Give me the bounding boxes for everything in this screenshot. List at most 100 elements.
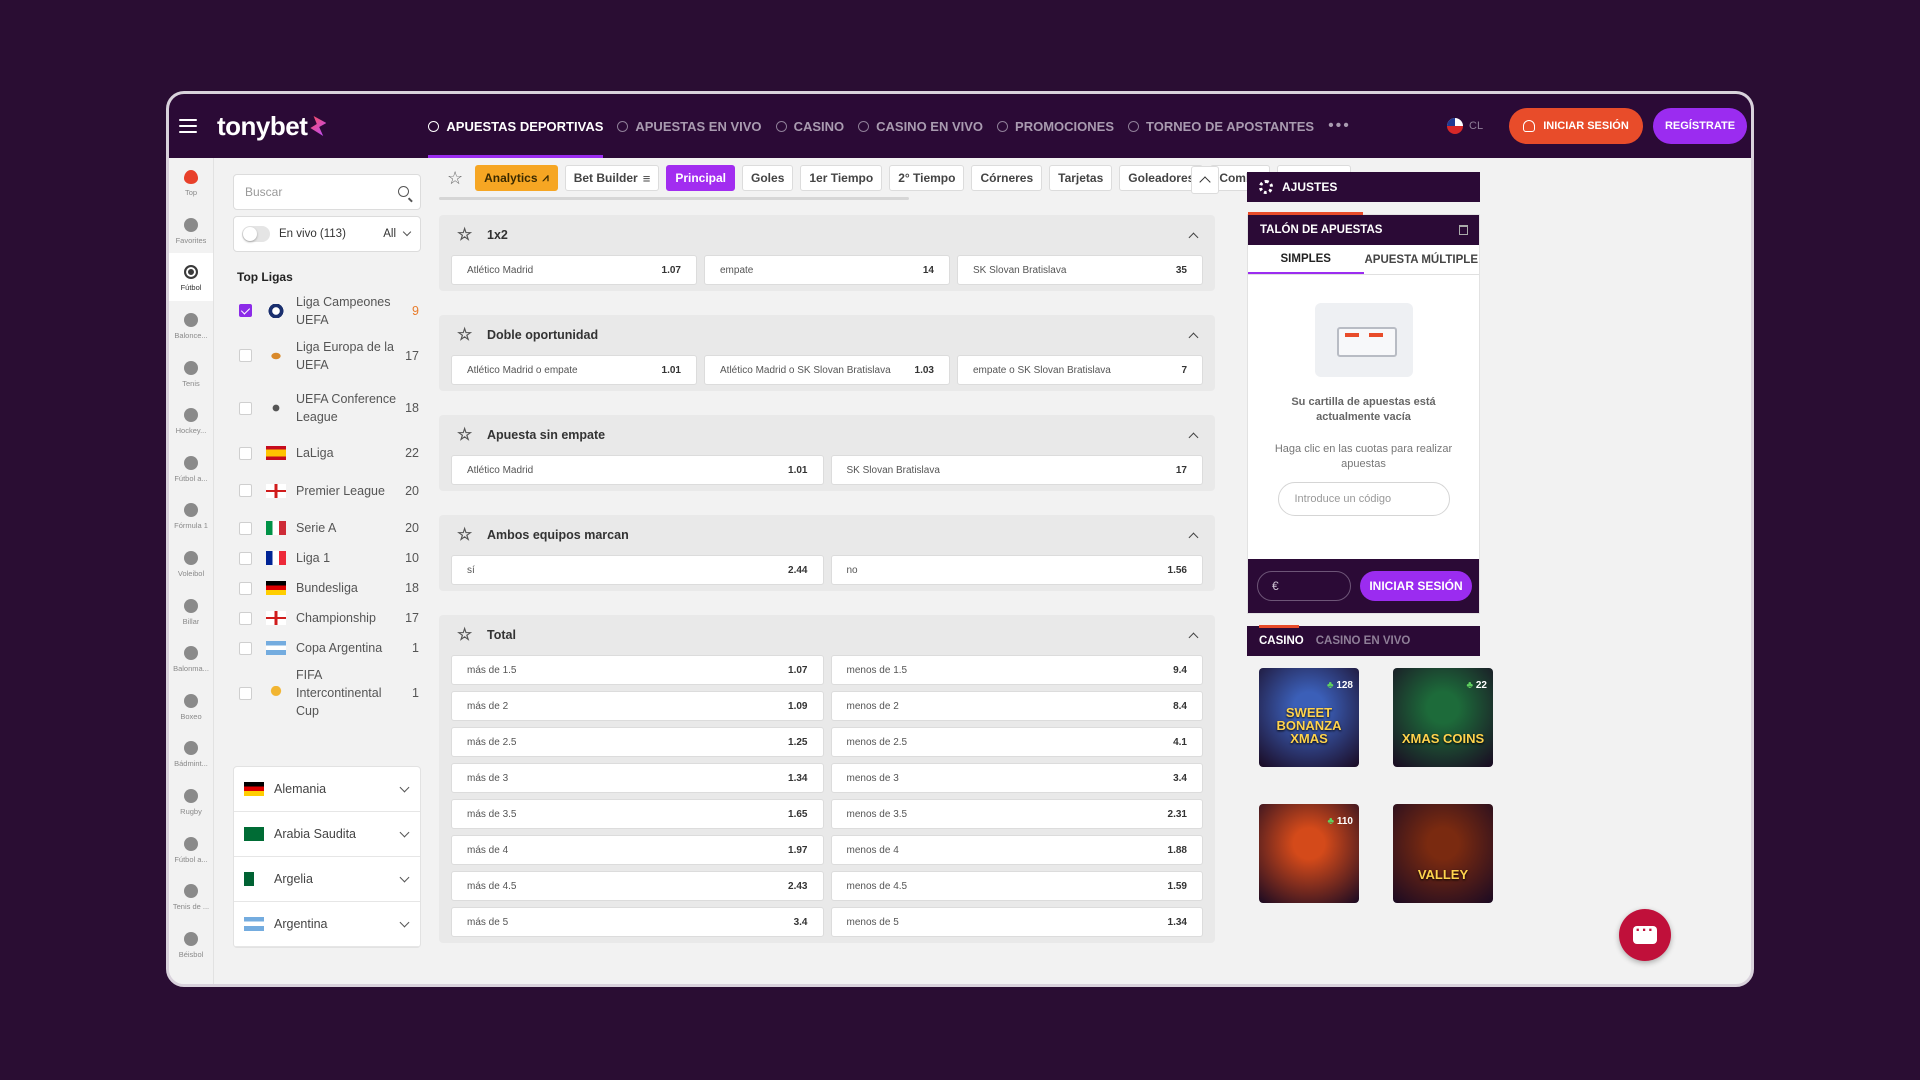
- odds-button[interactable]: menos de 3 3.4: [830, 763, 1203, 793]
- league-item[interactable]: Liga Campeones UEFA 9: [239, 288, 419, 333]
- odds-button[interactable]: no 1.56: [830, 555, 1203, 585]
- odds-button[interactable]: Atlético Madrid o SK Slovan Bratislava 1.…: [704, 355, 950, 385]
- more-menu-icon[interactable]: •••: [1328, 117, 1351, 135]
- betslip-login-button[interactable]: INICIAR SESIÓN: [1360, 571, 1472, 601]
- sport-item[interactable]: Tenis: [169, 348, 213, 396]
- odds-button[interactable]: menos de 2 8.4: [830, 691, 1203, 721]
- league-checkbox[interactable]: [239, 611, 252, 625]
- nav-casino[interactable]: CASINO: [775, 94, 844, 158]
- tabs-scrollbar[interactable]: [439, 197, 909, 200]
- tab-analytics[interactable]: Analytics: [475, 165, 558, 191]
- league-checkbox[interactable]: [239, 446, 252, 460]
- sport-item[interactable]: Balonce...: [169, 301, 213, 349]
- tab-goles[interactable]: Goles: [742, 165, 794, 191]
- sport-item[interactable]: Fútbol a...: [169, 444, 213, 492]
- league-checkbox[interactable]: [239, 551, 252, 565]
- country-item[interactable]: Arabia Saudita: [234, 812, 420, 857]
- odds-button[interactable]: más de 3.5 1.65: [451, 799, 824, 829]
- tab-1er-tiempo[interactable]: 1er Tiempo: [800, 165, 883, 191]
- tab-apuesta-multiple[interactable]: APUESTA MÚLTIPLE: [1364, 245, 1480, 274]
- sport-item[interactable]: Voleibol: [169, 539, 213, 587]
- sport-item[interactable]: Tenis de ...: [169, 872, 213, 920]
- login-button[interactable]: INICIAR SESIÓN: [1509, 108, 1643, 144]
- odds-button[interactable]: empate 14: [704, 255, 950, 285]
- tab-2-tiempo[interactable]: 2° Tiempo: [889, 165, 965, 191]
- nav-casino-en-vivo[interactable]: CASINO EN VIVO: [858, 94, 983, 158]
- search-input[interactable]: [234, 175, 384, 209]
- promo-code-input[interactable]: [1277, 482, 1450, 516]
- sport-item[interactable]: Balonma...: [169, 634, 213, 682]
- league-checkbox[interactable]: [239, 304, 252, 317]
- chevron-up-icon[interactable]: [1188, 632, 1199, 642]
- tab-bet-builder[interactable]: Bet Builder: [564, 165, 660, 191]
- odds-button[interactable]: menos de 2.5 4.1: [830, 727, 1203, 757]
- odds-button[interactable]: menos de 1.5 9.4: [830, 655, 1203, 685]
- sport-item[interactable]: Hockey...: [169, 396, 213, 444]
- tab-principal[interactable]: Principal: [666, 165, 736, 191]
- nav-apuestas-deportivas[interactable]: APUESTAS DEPORTIVAS: [428, 94, 603, 158]
- casino-game-tile[interactable]: 128 SWEET BONANZA XMAS: [1259, 668, 1359, 767]
- sport-item[interactable]: Fútbol a...: [169, 824, 213, 872]
- league-item[interactable]: LaLiga 22: [239, 438, 419, 468]
- tab-tarjetas[interactable]: Tarjetas: [1049, 165, 1113, 191]
- settings-button[interactable]: AJUSTES: [1247, 172, 1480, 202]
- sport-item[interactable]: Favorites: [169, 206, 213, 254]
- league-item[interactable]: Premier League 20: [239, 468, 419, 513]
- league-item[interactable]: Championship 17: [239, 603, 419, 633]
- chevron-up-icon[interactable]: [1188, 232, 1199, 242]
- league-checkbox[interactable]: [239, 686, 252, 700]
- odds-button[interactable]: SK Slovan Bratislava 35: [957, 255, 1203, 285]
- sport-item[interactable]: Boxeo: [169, 682, 213, 730]
- country-item[interactable]: Argelia: [234, 857, 420, 902]
- collapse-all-button[interactable]: [1191, 166, 1219, 194]
- odds-button[interactable]: Atlético Madrid 1.01: [451, 455, 824, 485]
- nav-apuestas-en-vivo[interactable]: APUESTAS EN VIVO: [617, 94, 762, 158]
- favorite-star-icon[interactable]: ☆: [457, 326, 473, 343]
- league-item[interactable]: Copa Argentina 1: [239, 633, 419, 663]
- tab-simples[interactable]: SIMPLES: [1248, 245, 1364, 274]
- favorite-star-icon[interactable]: ☆: [457, 526, 473, 543]
- sport-item[interactable]: Fútbol: [169, 253, 213, 301]
- favorite-star-icon[interactable]: ☆: [457, 426, 473, 443]
- sport-item[interactable]: Fórmula 1: [169, 491, 213, 539]
- nav-promociones[interactable]: PROMOCIONES: [997, 94, 1114, 158]
- odds-button[interactable]: Atlético Madrid o empate 1.01: [451, 355, 697, 385]
- stake-input[interactable]: €: [1257, 571, 1351, 601]
- favorite-star-icon[interactable]: ☆: [457, 226, 473, 243]
- country-item[interactable]: Alemania: [234, 767, 420, 812]
- league-item[interactable]: FIFA Intercontinental Cup 1: [239, 663, 419, 723]
- odds-button[interactable]: más de 2.5 1.25: [451, 727, 824, 757]
- league-item[interactable]: UEFA Conference League 18: [239, 378, 419, 438]
- odds-button[interactable]: SK Slovan Bratislava 17: [830, 455, 1203, 485]
- odds-button[interactable]: más de 5 3.4: [451, 907, 824, 937]
- search-icon[interactable]: [398, 186, 409, 197]
- league-checkbox[interactable]: [239, 401, 252, 415]
- league-item[interactable]: Serie A 20: [239, 513, 419, 543]
- league-item[interactable]: Liga 1 10: [239, 543, 419, 573]
- odds-button[interactable]: empate o SK Slovan Bratislava 7: [957, 355, 1203, 385]
- filter-dropdown[interactable]: All: [383, 228, 410, 240]
- odds-button[interactable]: menos de 3.5 2.31: [830, 799, 1203, 829]
- chevron-up-icon[interactable]: [1188, 532, 1199, 542]
- casino-game-tile[interactable]: 110: [1259, 804, 1359, 903]
- register-button[interactable]: REGÍSTRATE: [1653, 108, 1747, 144]
- sport-item[interactable]: Billar: [169, 586, 213, 634]
- league-item[interactable]: Liga Europa de la UEFA 17: [239, 333, 419, 378]
- sport-item[interactable]: Bádmint...: [169, 729, 213, 777]
- league-checkbox[interactable]: [239, 641, 252, 655]
- odds-button[interactable]: más de 1.5 1.07: [451, 655, 824, 685]
- country-item[interactable]: Argentina: [234, 902, 420, 947]
- odds-button[interactable]: más de 4.5 2.43: [451, 871, 824, 901]
- tonybet-logo[interactable]: tonybet: [217, 111, 327, 142]
- chevron-up-icon[interactable]: [1188, 332, 1199, 342]
- casino-game-tile[interactable]: VALLEY: [1393, 804, 1493, 903]
- league-checkbox[interactable]: [239, 349, 252, 362]
- league-checkbox[interactable]: [239, 484, 252, 497]
- odds-button[interactable]: menos de 4 1.88: [830, 835, 1203, 865]
- odds-button[interactable]: menos de 4.5 1.59: [830, 871, 1203, 901]
- casino-game-tile[interactable]: 22 XMAS COINS: [1393, 668, 1493, 767]
- tab-c-rneres[interactable]: Córneres: [971, 165, 1043, 191]
- odds-button[interactable]: más de 3 1.34: [451, 763, 824, 793]
- chevron-up-icon[interactable]: [1188, 432, 1199, 442]
- sport-item[interactable]: Béisbol: [169, 920, 213, 968]
